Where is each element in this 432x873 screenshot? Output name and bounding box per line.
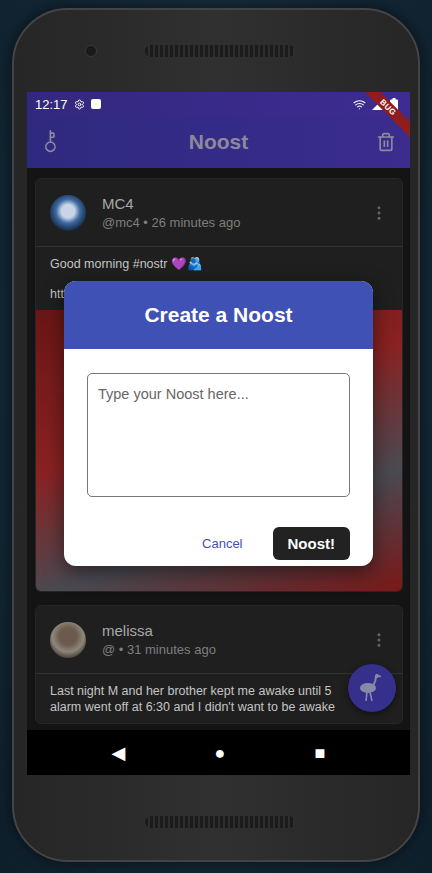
app-bar: Noost [27,116,410,168]
page: 12:17 BUG Noost MC4 @mc4 • 26 minutes ago Goo… [0,0,432,873]
screen: 12:17 BUG Noost MC4 @mc4 • 26 minutes ago Goo… [27,92,410,775]
noost-button[interactable]: Noost! [273,527,351,560]
key-icon[interactable] [37,128,65,156]
more-icon[interactable] [370,631,388,649]
post-header: MC4 @mc4 • 26 minutes ago [36,179,402,247]
post-author: melissa [102,622,354,639]
nav-bar: ◀ ● ■ [27,730,410,775]
create-dialog: Create a Noost Cancel Noost! [64,281,373,566]
post-meta: @ • 31 minutes ago [102,642,354,657]
speaker-grille [145,816,295,828]
post-header: melissa @ • 31 minutes ago [36,606,402,674]
post-author: MC4 [102,195,354,212]
more-icon[interactable] [370,204,388,222]
debug-ribbon: BUG [354,92,410,148]
phone-frame: 12:17 BUG Noost MC4 @mc4 • 26 minutes ago Goo… [12,8,420,862]
status-bar: 12:17 [27,92,410,116]
bottom-bezel [27,775,408,860]
speaker-grille [145,45,295,57]
camera-icon [85,45,97,57]
dialog-body: Cancel Noost! [64,349,373,566]
cancel-button[interactable]: Cancel [198,528,246,559]
post-meta: @mc4 • 26 minutes ago [102,215,354,230]
status-left: 12:17 [35,97,101,112]
post-body: Last night M and her brother kept me awa… [36,674,402,723]
nav-button[interactable]: ◀ [104,740,134,766]
dialog-actions: Cancel Noost! [87,527,350,560]
notification-icon [91,99,101,109]
status-time: 12:17 [35,97,68,112]
dialog-title: Create a Noost [64,281,373,349]
avatar[interactable] [50,622,86,658]
post-card[interactable]: melissa @ • 31 minutes ago Last night M an… [35,605,403,724]
trash-icon[interactable] [376,132,396,152]
post-text: alarm went off at 6:30 and I didn't want… [50,699,388,715]
avatar[interactable] [50,195,86,231]
app-title: Noost [189,130,249,154]
nav-button[interactable]: ■ [307,740,334,766]
ostrich-icon [357,673,387,703]
nav-button[interactable]: ● [207,740,234,766]
new-noost-button[interactable] [348,664,396,712]
wifi-icon [353,98,366,111]
dialog-overlay: Create a Noost Cancel Noost! [27,116,410,730]
noost-input[interactable] [87,373,350,497]
gear-icon [74,99,85,110]
post-text: Last night M and her brother kept me awa… [50,683,388,699]
post-author-block: MC4 @mc4 • 26 minutes ago [102,195,354,230]
post-text: Good morning #nostr 💜🫂 [50,256,388,272]
post-author-block: melissa @ • 31 minutes ago [102,622,354,657]
debug-banner: BUG [356,92,410,140]
top-bezel [27,10,408,92]
